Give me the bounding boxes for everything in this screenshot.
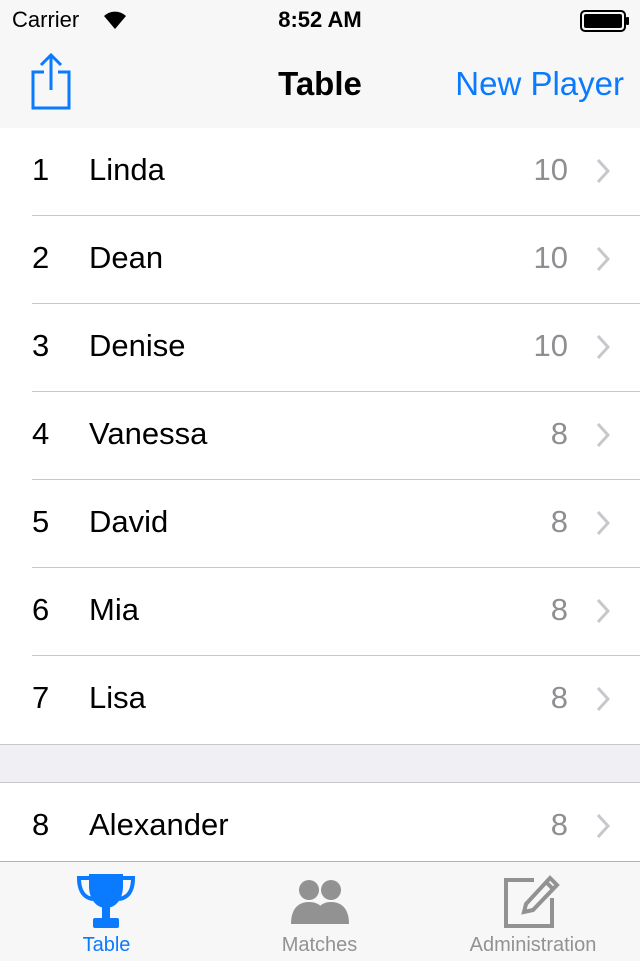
chevron-right-icon [596,246,610,272]
table-row[interactable]: 8 Alexander 8 [0,783,640,871]
tab-administration-label: Administration [469,934,597,956]
trophy-icon [76,874,136,928]
table-row[interactable]: 5 David 8 [0,480,640,568]
edit-icon [504,875,560,928]
row-score: 10 [533,152,568,187]
row-rank: 4 [32,416,50,451]
table-row[interactable]: 2 Dean 10 [0,216,640,304]
row-score: 10 [533,240,568,275]
tab-administration[interactable]: Administration [426,862,640,961]
table-section-2: 8 Alexander 8 [0,782,640,872]
row-player-name: Lisa [89,680,146,715]
people-icon [291,880,349,924]
row-rank: 3 [32,328,50,363]
tab-matches-label: Matches [281,934,358,956]
row-player-name: Mia [89,592,139,627]
row-rank: 1 [32,152,50,187]
table-row[interactable]: 6 Mia 8 [0,568,640,656]
chevron-right-icon [596,158,610,184]
tab-table[interactable]: Table [0,862,213,961]
row-player-name: Vanessa [89,416,208,451]
row-rank: 8 [32,807,50,842]
new-player-button[interactable]: New Player [455,65,624,103]
row-score: 8 [550,592,568,627]
row-player-name: Alexander [89,807,229,842]
row-player-name: Dean [89,240,164,275]
clock: 8:52 AM [278,7,362,32]
chevron-right-icon [596,510,610,536]
row-rank: 6 [32,592,50,627]
row-player-name: Linda [89,152,165,187]
table-section-1: 1 Linda 10 2 Dean 10 3 Denise 10 4 Vanes… [0,128,640,745]
row-rank: 7 [32,680,50,715]
row-score: 10 [533,328,568,363]
row-score: 8 [550,807,568,842]
battery-icon [580,10,629,32]
tab-bar: Table Matches Administration [0,861,640,961]
row-rank: 2 [32,240,50,275]
chevron-right-icon [596,598,610,624]
table-row[interactable]: 1 Linda 10 [0,128,640,216]
tab-matches[interactable]: Matches [213,862,426,961]
row-rank: 5 [32,504,50,539]
navigation-bar: Table New Player [0,40,640,129]
table-row[interactable]: 4 Vanessa 8 [0,392,640,480]
status-bar: Carrier 8:52 AM [0,0,640,40]
chevron-right-icon [596,422,610,448]
tab-table-label: Table [82,934,131,956]
table-row[interactable]: 7 Lisa 8 [0,656,640,744]
table-row[interactable]: 3 Denise 10 [0,304,640,392]
row-score: 8 [550,680,568,715]
row-player-name: David [89,504,169,539]
row-score: 8 [550,416,568,451]
chevron-right-icon [596,334,610,360]
row-score: 8 [550,504,568,539]
row-player-name: Denise [89,328,186,363]
chevron-right-icon [596,813,610,839]
chevron-right-icon [596,686,610,712]
